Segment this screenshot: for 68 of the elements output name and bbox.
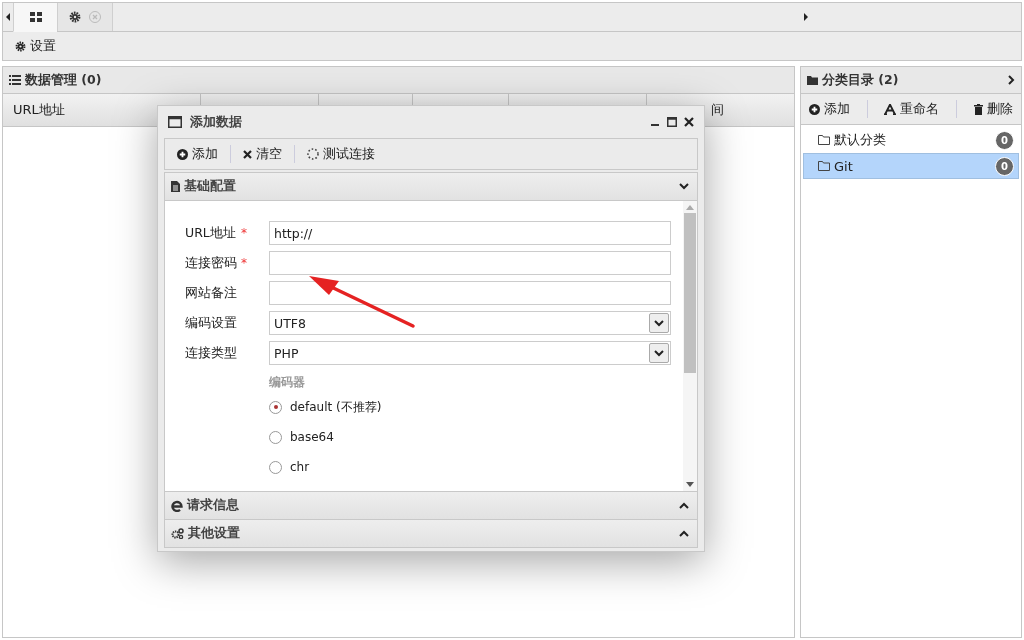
plus-circle-icon	[809, 103, 821, 115]
maximize-icon[interactable]	[667, 117, 677, 127]
field-label: URL地址	[185, 224, 235, 242]
gears-icon	[171, 528, 184, 539]
radio-label: default (不推荐)	[290, 398, 382, 416]
close-icon[interactable]	[684, 117, 694, 127]
folder-icon	[807, 75, 818, 85]
folder-icon	[818, 161, 830, 171]
category-item[interactable]: Git 0	[803, 153, 1019, 179]
dropdown-field[interactable]: PHP	[269, 341, 671, 365]
radio-label: chr	[290, 460, 310, 474]
category-name: 默认分类	[834, 131, 887, 149]
field-label: 连接类型	[185, 344, 235, 362]
category-action-button[interactable]: 添加	[809, 100, 851, 118]
group-label: 编码器	[269, 374, 306, 391]
chevron-right-icon[interactable]	[1008, 75, 1015, 85]
settings-icon	[15, 40, 26, 52]
radio-label: base64	[290, 430, 334, 444]
settings-icon	[69, 11, 81, 23]
chevron-down-icon	[654, 319, 664, 327]
count-badge: 0	[995, 156, 1014, 176]
section-header[interactable]: 请求信息	[164, 492, 698, 520]
scroll-down-icon[interactable]	[686, 482, 694, 487]
panel-title: 数据管理 (0)	[25, 71, 102, 89]
toolbar-button[interactable]: 添加	[177, 145, 218, 163]
input-field[interactable]: http://	[269, 221, 671, 245]
section-header[interactable]: 基础配置	[164, 172, 698, 201]
font-icon	[884, 103, 897, 115]
settings-button[interactable]: 设置	[15, 37, 56, 55]
trash-icon	[973, 103, 983, 115]
dropdown-field[interactable]: UTF8	[269, 311, 671, 335]
scrollbar[interactable]	[683, 201, 697, 491]
grid-icon	[29, 12, 42, 22]
x-icon	[243, 149, 252, 159]
chevron-icon[interactable]	[679, 530, 689, 537]
spinner-icon	[307, 148, 319, 160]
plus-circle-icon	[177, 148, 188, 160]
section-title: 请求信息	[187, 497, 239, 514]
chevron-icon[interactable]	[679, 502, 689, 509]
panel-title: 分类目录 (2)	[822, 71, 899, 89]
category-item[interactable]: 默认分类 0	[803, 127, 1019, 153]
dialog-title: 添加数据	[190, 113, 242, 131]
category-action-button[interactable]: 重命名	[884, 100, 940, 118]
field-label: 编码设置	[185, 314, 235, 332]
chevron-icon[interactable]	[679, 183, 689, 190]
input-field[interactable]	[269, 281, 671, 305]
folder-icon	[818, 135, 830, 145]
toolbar-button[interactable]: 清空	[243, 145, 282, 163]
section-header[interactable]: 其他设置	[164, 520, 698, 548]
field-label: 连接密码	[185, 254, 235, 272]
window-icon	[168, 116, 182, 128]
list-icon	[9, 75, 21, 85]
input-field[interactable]	[269, 251, 671, 275]
category-name: Git	[834, 158, 854, 174]
column-header: 间	[711, 101, 724, 119]
section-title: 其他设置	[188, 525, 240, 542]
field-label: 网站备注	[185, 284, 235, 302]
category-action-button[interactable]: 删除	[973, 100, 1013, 118]
required-mark: *	[240, 256, 248, 270]
tab[interactable]	[57, 3, 113, 31]
required-mark: *	[240, 226, 248, 240]
count-badge: 0	[995, 130, 1014, 150]
section-title: 基础配置	[184, 178, 236, 195]
browser-e-icon	[171, 499, 183, 512]
toolbar-button[interactable]: 测试连接	[307, 145, 375, 163]
chevron-down-icon	[654, 349, 664, 357]
column-header: URL地址	[13, 101, 65, 119]
document-icon	[171, 181, 180, 192]
